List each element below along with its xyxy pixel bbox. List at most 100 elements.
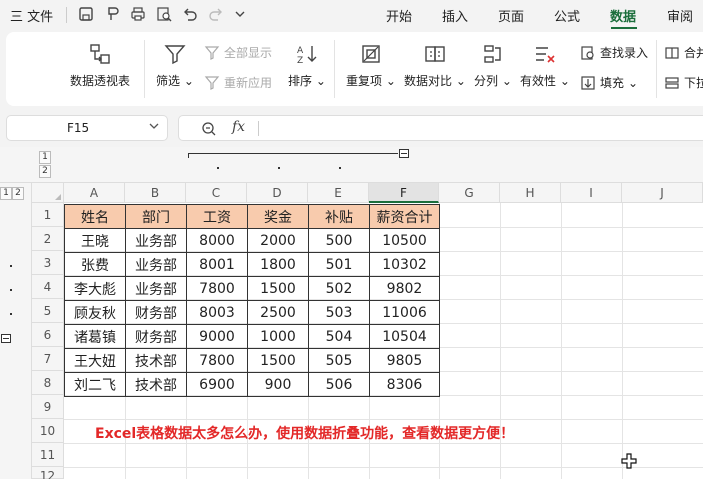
table-cell[interactable]: 8000 xyxy=(186,228,248,253)
table-header-cell[interactable]: 奖金 xyxy=(247,204,309,229)
row-header-8[interactable]: 8 xyxy=(32,371,64,395)
row-header-1[interactable]: 1 xyxy=(32,203,64,227)
formula-bar[interactable]: fx xyxy=(178,115,703,141)
tab-review[interactable]: 审阅 xyxy=(667,6,693,25)
row-outline-level-2[interactable]: 2 xyxy=(12,187,24,200)
column-header-f[interactable]: F xyxy=(369,183,439,203)
table-cell[interactable]: 2000 xyxy=(247,228,309,253)
table-header-cell[interactable]: 部门 xyxy=(125,204,187,229)
table-cell[interactable]: 技术部 xyxy=(125,372,187,397)
format-painter-icon[interactable] xyxy=(104,6,120,22)
filter-button[interactable]: 筛选 ⌄ xyxy=(156,42,194,89)
table-cell[interactable]: 王大妞 xyxy=(64,348,126,373)
insert-function-icon[interactable]: fx xyxy=(232,119,245,135)
column-header-g[interactable]: G xyxy=(439,183,500,203)
row-header-5[interactable]: 5 xyxy=(32,299,64,323)
chevron-down-icon[interactable] xyxy=(234,8,246,20)
table-cell[interactable]: 财务部 xyxy=(125,300,187,325)
table-cell[interactable]: 6900 xyxy=(186,372,248,397)
row-outline-level-1[interactable]: 1 xyxy=(0,187,12,200)
tab-home[interactable]: 开始 xyxy=(386,6,412,25)
table-header-cell[interactable]: 补贴 xyxy=(308,204,370,229)
row-header-2[interactable]: 2 xyxy=(32,227,64,251)
table-cell[interactable]: 财务部 xyxy=(125,324,187,349)
pivot-table-button[interactable]: 数据透视表 xyxy=(70,42,130,89)
table-header-cell[interactable]: 姓名 xyxy=(64,204,126,229)
table-cell[interactable]: 业务部 xyxy=(125,252,187,277)
name-box[interactable]: F15 xyxy=(6,115,168,141)
show-all-button[interactable]: 全部显示 xyxy=(204,44,272,61)
table-cell[interactable]: 9802 xyxy=(369,276,440,301)
table-header-cell[interactable]: 工资 xyxy=(186,204,248,229)
save-icon[interactable] xyxy=(78,6,94,22)
column-header-d[interactable]: D xyxy=(247,183,308,203)
collapse-column-group-button[interactable] xyxy=(399,149,409,158)
column-header-i[interactable]: I xyxy=(561,183,622,203)
print-preview-icon[interactable] xyxy=(156,6,172,22)
table-cell[interactable]: 9000 xyxy=(186,324,248,349)
row-header-9[interactable]: 9 xyxy=(32,395,64,419)
table-cell[interactable]: 7800 xyxy=(186,348,248,373)
table-cell[interactable]: 李大彪 xyxy=(64,276,126,301)
table-cell[interactable]: 诸葛镇 xyxy=(64,324,126,349)
zoom-icon[interactable] xyxy=(201,121,217,137)
column-header-j[interactable]: J xyxy=(622,183,703,203)
table-cell[interactable]: 顾友秋 xyxy=(64,300,126,325)
table-cell[interactable]: 8003 xyxy=(186,300,248,325)
table-cell[interactable]: 刘二飞 xyxy=(64,372,126,397)
table-cell[interactable]: 张费 xyxy=(64,252,126,277)
chevron-down-icon[interactable] xyxy=(149,121,159,131)
column-header-c[interactable]: C xyxy=(186,183,247,203)
row-header-4[interactable]: 4 xyxy=(32,275,64,299)
table-cell[interactable]: 11006 xyxy=(369,300,440,325)
tab-page[interactable]: 页面 xyxy=(498,6,524,25)
table-cell[interactable]: 505 xyxy=(308,348,370,373)
worksheet[interactable]: 1 2 1 2 A B C D E F G H I J 1 2 3 4 5 6 … xyxy=(0,147,703,479)
table-cell[interactable]: 506 xyxy=(308,372,370,397)
lookup-entry-button[interactable]: 查找录入 xyxy=(580,44,648,61)
column-header-h[interactable]: H xyxy=(500,183,561,203)
table-cell[interactable]: 技术部 xyxy=(125,348,187,373)
table-cell[interactable]: 10500 xyxy=(369,228,440,253)
table-cell[interactable]: 2500 xyxy=(247,300,309,325)
sort-button[interactable]: AZ 排序 ⌄ xyxy=(288,42,326,89)
row-header-6[interactable]: 6 xyxy=(32,323,64,347)
table-cell[interactable]: 7800 xyxy=(186,276,248,301)
table-cell[interactable]: 业务部 xyxy=(125,276,187,301)
data-compare-button[interactable]: 数据对比 ⌄ xyxy=(404,42,466,89)
split-column-button[interactable]: 分列 ⌄ xyxy=(474,42,512,89)
collapse-row-group-button[interactable] xyxy=(1,334,11,343)
validity-button[interactable]: 有效性 ⌄ xyxy=(520,42,570,89)
table-cell[interactable]: 1000 xyxy=(247,324,309,349)
table-cell[interactable]: 504 xyxy=(308,324,370,349)
row-header-3[interactable]: 3 xyxy=(32,251,64,275)
table-header-cell[interactable]: 薪资合计 xyxy=(369,204,440,229)
table-cell[interactable]: 8306 xyxy=(369,372,440,397)
table-cell[interactable]: 8001 xyxy=(186,252,248,277)
table-cell[interactable]: 1500 xyxy=(247,348,309,373)
print-icon[interactable] xyxy=(130,6,146,22)
row-header-12[interactable]: 12 xyxy=(32,467,64,479)
select-all-corner[interactable] xyxy=(32,183,64,203)
column-header-b[interactable]: B xyxy=(125,183,186,203)
row-header-10[interactable]: 10 xyxy=(32,419,64,443)
column-outline-level-2[interactable]: 2 xyxy=(39,165,51,178)
tab-data[interactable]: 数据 xyxy=(610,6,636,25)
merge-button[interactable]: 合并 xyxy=(664,44,703,61)
table-cell[interactable]: 10302 xyxy=(369,252,440,277)
row-header-7[interactable]: 7 xyxy=(32,347,64,371)
column-header-e[interactable]: E xyxy=(308,183,369,203)
column-outline-level-1[interactable]: 1 xyxy=(39,151,51,164)
redo-icon[interactable] xyxy=(208,6,224,22)
table-cell[interactable]: 900 xyxy=(247,372,309,397)
tab-insert[interactable]: 插入 xyxy=(442,6,468,25)
table-cell[interactable]: 502 xyxy=(308,276,370,301)
table-cell[interactable]: 王晓 xyxy=(64,228,126,253)
column-header-a[interactable]: A xyxy=(64,183,125,203)
table-cell[interactable]: 10504 xyxy=(369,324,440,349)
table-cell[interactable]: 9805 xyxy=(369,348,440,373)
fill-button[interactable]: 填充 ⌄ xyxy=(580,74,638,91)
table-cell[interactable]: 501 xyxy=(308,252,370,277)
table-cell[interactable]: 503 xyxy=(308,300,370,325)
duplicates-button[interactable]: 重复项 ⌄ xyxy=(346,42,396,89)
